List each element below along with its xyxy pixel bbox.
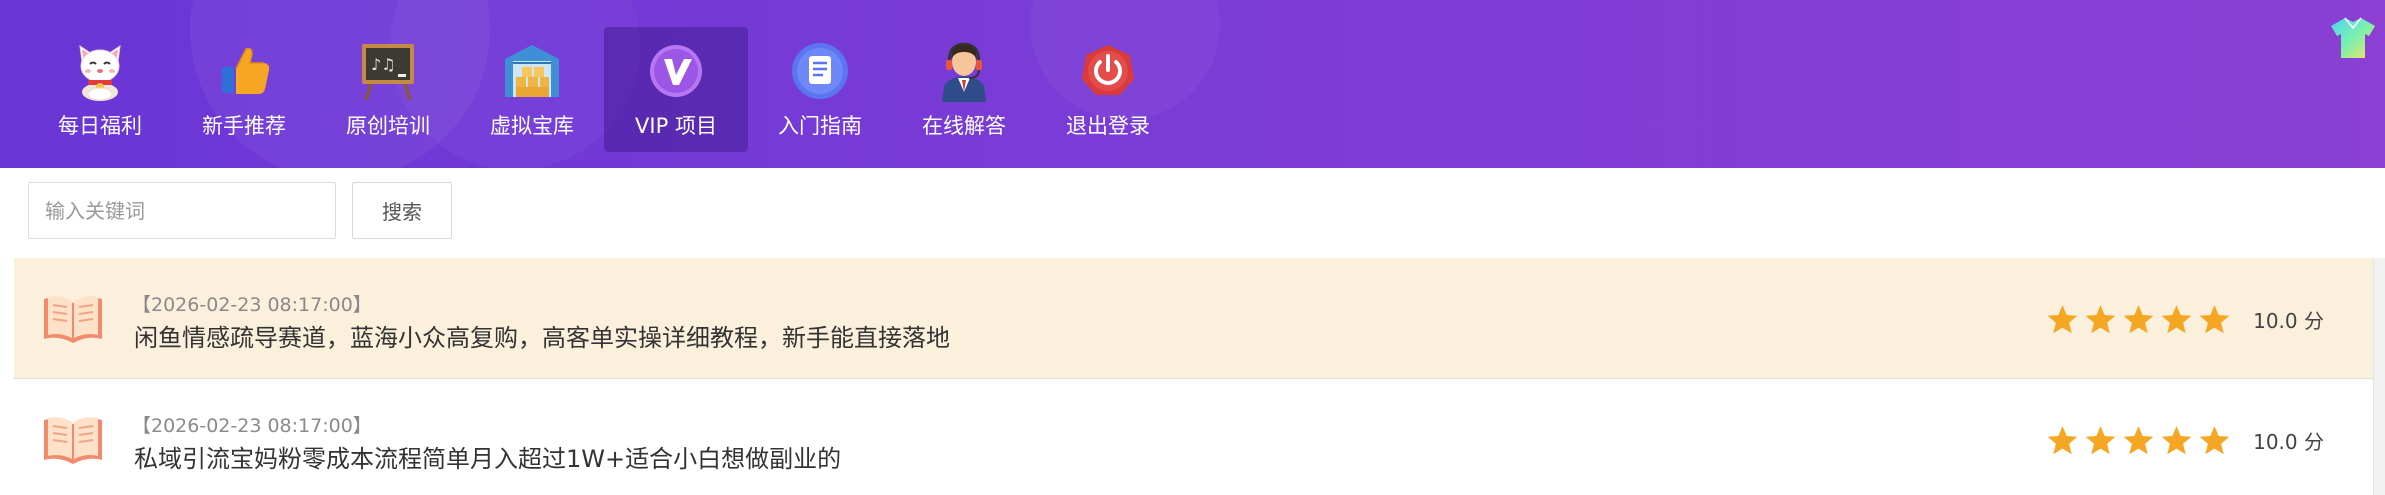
nav-item-label: 原创培训 <box>346 114 430 138</box>
shirt-logo-icon[interactable] <box>2331 14 2377 60</box>
thumbs-up-icon <box>213 40 275 102</box>
star-icon <box>2161 426 2192 455</box>
nav-item-beginner-guide[interactable]: 入门指南 <box>748 27 892 152</box>
svg-text:♪♫: ♪♫ <box>371 55 396 74</box>
rating-score: 10.0 分 <box>2253 430 2324 454</box>
star-icon <box>2199 426 2230 455</box>
nav-item-label: 在线解答 <box>922 114 1006 138</box>
document-icon <box>789 40 851 102</box>
page: 每日福利 新手推荐 ♪♫ 原创培训 虚拟宝库 VIP 项目 入门指南 在线解答 … <box>0 0 2385 495</box>
nav-item-label: VIP 项目 <box>635 114 717 138</box>
lucky-cat-icon <box>69 40 131 102</box>
scrollbar[interactable] <box>2373 258 2385 495</box>
search-input[interactable] <box>28 182 336 239</box>
nav-item-label: 入门指南 <box>778 114 862 138</box>
power-icon <box>1077 40 1139 102</box>
nav-item-label: 虚拟宝库 <box>490 114 574 138</box>
warehouse-icon <box>501 40 563 102</box>
nav-item-vip-projects[interactable]: VIP 项目 <box>604 27 748 152</box>
list-item[interactable]: 【2026-02-23 08:17:00】 闲鱼情感疏导赛道，蓝海小众高复购，高… <box>14 258 2374 379</box>
nav-item-label: 退出登录 <box>1066 114 1150 138</box>
rating: 10.0 分 <box>2041 303 2324 336</box>
star-icon <box>2085 305 2116 334</box>
nav-menu: 每日福利 新手推荐 ♪♫ 原创培训 虚拟宝库 VIP 项目 入门指南 在线解答 … <box>28 27 1180 152</box>
item-date: 【2026-02-23 08:17:00】 <box>132 415 372 437</box>
nav-item-label: 新手推荐 <box>202 114 286 138</box>
star-icon <box>2161 305 2192 334</box>
vip-badge-icon <box>645 40 707 102</box>
item-date: 【2026-02-23 08:17:00】 <box>132 294 372 316</box>
nav-item-online-answers[interactable]: 在线解答 <box>892 27 1036 152</box>
top-navigation: 每日福利 新手推荐 ♪♫ 原创培训 虚拟宝库 VIP 项目 入门指南 在线解答 … <box>0 0 2385 168</box>
list-item[interactable]: 【2026-02-23 08:17:00】 私域引流宝妈粉零成本流程简单月入超过… <box>14 379 2374 495</box>
open-book-icon <box>42 291 104 345</box>
project-list: 【2026-02-23 08:17:00】 闲鱼情感疏导赛道，蓝海小众高复购，高… <box>14 258 2374 495</box>
rating: 10.0 分 <box>2041 424 2324 457</box>
search-bar: 搜索 <box>28 182 452 239</box>
search-button[interactable]: 搜索 <box>352 182 452 239</box>
item-title-link[interactable]: 私域引流宝妈粉零成本流程简单月入超过1W+适合小白想做副业的 <box>134 439 841 474</box>
star-icon <box>2085 426 2116 455</box>
nav-item-daily-welfare[interactable]: 每日福利 <box>28 27 172 152</box>
chalkboard-icon: ♪♫ <box>357 40 419 102</box>
star-icon <box>2047 426 2078 455</box>
nav-item-logout[interactable]: 退出登录 <box>1036 27 1180 152</box>
nav-item-virtual-treasury[interactable]: 虚拟宝库 <box>460 27 604 152</box>
star-icon <box>2199 305 2230 334</box>
nav-item-original-training[interactable]: ♪♫ 原创培训 <box>316 27 460 152</box>
open-book-icon <box>42 412 104 466</box>
star-icon <box>2047 305 2078 334</box>
star-icon <box>2123 305 2154 334</box>
support-agent-icon <box>933 40 995 102</box>
nav-item-label: 每日福利 <box>58 114 142 138</box>
item-title-link[interactable]: 闲鱼情感疏导赛道，蓝海小众高复购，高客单实操详细教程，新手能直接落地 <box>134 318 950 353</box>
nav-item-newbie-recommend[interactable]: 新手推荐 <box>172 27 316 152</box>
star-icon <box>2123 426 2154 455</box>
rating-score: 10.0 分 <box>2253 309 2324 333</box>
